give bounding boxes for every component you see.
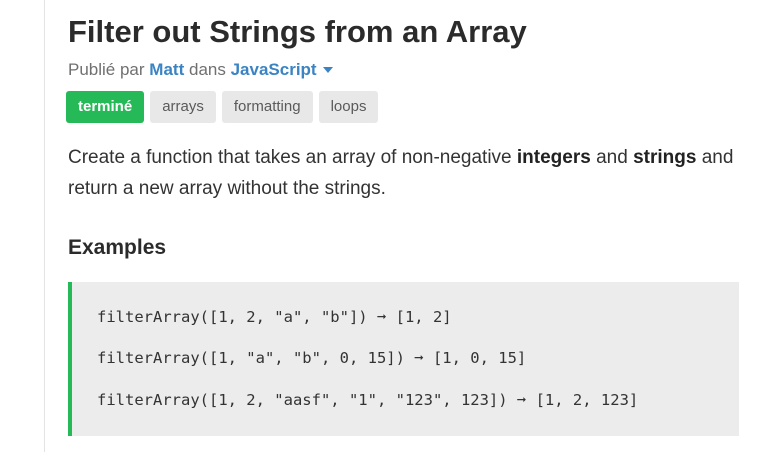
tag-formatting[interactable]: formatting (221, 91, 313, 123)
description-text-2: and (590, 147, 634, 168)
author-link[interactable]: Matt (149, 60, 184, 79)
challenge-description: Create a function that takes an array of… (68, 142, 740, 204)
example-line-1: filterArray([1, 2, "a", "b"]) ➞ [1, 2] (97, 308, 452, 326)
challenge-title: Filter out Strings from an Array (68, 14, 527, 49)
tag-loops[interactable]: loops (318, 91, 379, 123)
page: Filter out Strings from an Array Publié … (0, 0, 757, 452)
language-label: JavaScript (230, 60, 317, 79)
description-text-1: Create a function that takes an array of… (68, 147, 517, 168)
example-line-2: filterArray([1, "a", "b", 0, 15]) ➞ [1, … (97, 349, 527, 367)
status-badge-done: terminé (66, 91, 145, 123)
published-by-label: Publié par (68, 60, 145, 79)
tag-arrays[interactable]: arrays (150, 91, 216, 123)
caret-down-icon (322, 66, 333, 73)
in-label: dans (188, 60, 226, 79)
examples-heading: Examples (68, 236, 167, 259)
left-gutter (0, 0, 45, 452)
language-dropdown[interactable]: JavaScript (231, 60, 333, 79)
tag-list: terminé arrays formatting loops (66, 91, 379, 123)
example-line-3: filterArray([1, 2, "aasf", "1", "123", 1… (97, 391, 639, 409)
challenge-meta: Publié par Matt dans JavaScript (68, 60, 333, 80)
description-bold-strings: strings (633, 147, 697, 168)
examples-code-block: filterArray([1, 2, "a", "b"]) ➞ [1, 2] f… (68, 282, 739, 436)
description-bold-integers: integers (516, 147, 591, 168)
